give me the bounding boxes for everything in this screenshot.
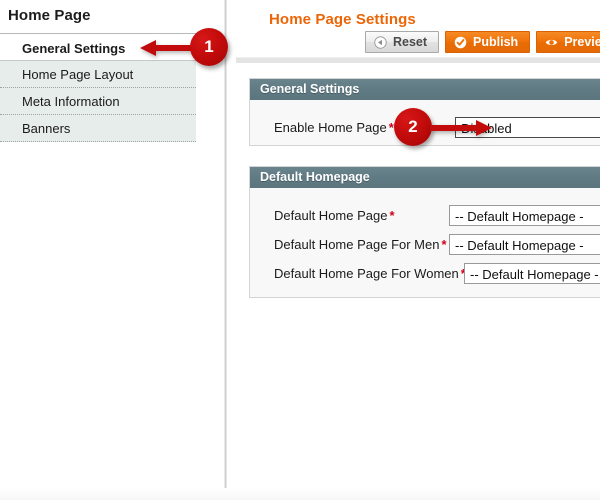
play-back-circle-icon — [374, 35, 387, 49]
default-home-page-women-label: Default Home Page For Women* — [250, 266, 466, 281]
required-asterisk: * — [441, 237, 447, 252]
sidebar-item-home-page-layout[interactable]: Home Page Layout — [0, 61, 196, 88]
screen-root: Home Page General Settings Home Page Lay… — [0, 0, 600, 500]
eye-icon — [545, 36, 558, 49]
reset-button[interactable]: Reset — [365, 31, 440, 53]
general-settings-panel-heading: General Settings — [250, 79, 600, 100]
reset-button-label: Reset — [393, 35, 428, 49]
default-home-page-men-select[interactable]: -- Default Homepage - — [449, 234, 600, 255]
default-homepage-panel-heading: Default Homepage — [250, 167, 600, 188]
required-asterisk: * — [389, 208, 395, 223]
default-homepage-panel: Default Homepage Default Home Page * -- D… — [249, 166, 600, 298]
sidebar-nav-list: General Settings Home Page Layout Meta I… — [0, 34, 196, 142]
field-label-text: Default Home Page — [274, 208, 388, 223]
enable-home-page-field[interactable]: Disabled — [455, 117, 600, 138]
toolbar: Reset Publish Previe — [365, 31, 600, 53]
page-title: Home Page Settings — [269, 11, 416, 28]
enable-home-page-label: Enable Home Page * — [250, 120, 455, 135]
general-settings-panel: General Settings Enable Home Page * Disab… — [249, 78, 600, 146]
page-bottom-gradient — [0, 488, 600, 500]
sidebar-item-label: Meta Information — [22, 94, 120, 109]
sidebar-item-general-settings[interactable]: General Settings — [0, 34, 196, 61]
publish-button-label: Publish — [473, 35, 519, 49]
general-settings-panel-body: Enable Home Page * Disabled — [250, 100, 600, 142]
default-home-page-label: Default Home Page * — [250, 208, 449, 223]
check-circle-icon — [454, 36, 467, 49]
sidebar-title: Home Page — [8, 7, 91, 24]
required-asterisk: * — [388, 120, 394, 135]
sidebar: Home Page General Settings Home Page Lay… — [0, 0, 210, 500]
default-home-page-select[interactable]: -- Default Homepage - — [449, 205, 600, 226]
field-label-text: Default Home Page For Women — [274, 266, 459, 281]
main-pane: Home Page Settings Reset Publish Previe … — [228, 0, 600, 500]
default-home-page-women-select[interactable]: -- Default Homepage - — [464, 263, 600, 284]
field-label-text: Enable Home Page — [274, 120, 387, 135]
default-home-page-women-row: Default Home Page For Women* -- Default … — [250, 259, 600, 288]
preview-button[interactable]: Preview — [536, 31, 600, 53]
pane-divider — [224, 0, 227, 488]
default-home-page-men-row: Default Home Page For Men * -- Default Ho… — [250, 230, 600, 259]
default-homepage-panel-body: Default Home Page * -- Default Homepage -… — [250, 188, 600, 288]
sidebar-item-label: General Settings — [22, 41, 126, 56]
default-home-page-row: Default Home Page * -- Default Homepage - — [250, 201, 600, 230]
sidebar-item-label: Home Page Layout — [22, 67, 134, 82]
preview-button-label: Preview — [564, 35, 600, 49]
sidebar-item-meta-information[interactable]: Meta Information — [0, 88, 196, 115]
sidebar-item-label: Banners — [22, 121, 71, 136]
publish-button[interactable]: Publish — [445, 31, 531, 53]
enable-home-page-row: Enable Home Page * Disabled — [250, 113, 600, 142]
toolbar-divider — [236, 57, 600, 63]
sidebar-item-banners[interactable]: Banners — [0, 115, 196, 142]
field-label-text: Default Home Page For Men — [274, 237, 440, 252]
default-home-page-men-label: Default Home Page For Men * — [250, 237, 449, 252]
